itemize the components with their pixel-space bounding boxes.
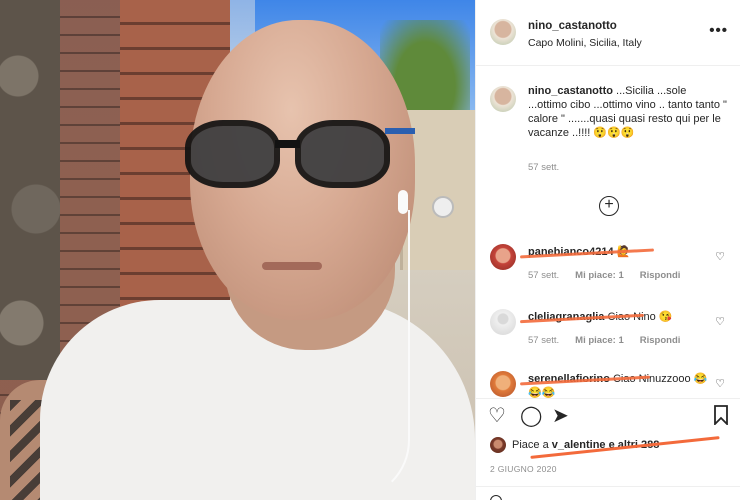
post-header: nino_castanotto Capo Molini, Sicilia, It…: [476, 0, 740, 66]
comment-avatar[interactable]: [490, 371, 516, 397]
comment-meta: 57 sett. Mi piace: 1 Rispondi: [528, 335, 696, 346]
comment: panebianco4214 🙋 57 sett. Mi piace: 1 Risp…: [476, 240, 740, 300]
comment-line: serenellafiorino Ciao Ninuzzooo 😂😂😂: [528, 372, 713, 400]
stone-wall: [0, 0, 60, 380]
load-more-comments-button[interactable]: +: [599, 196, 619, 216]
add-comment-bar: [476, 486, 740, 500]
author-avatar[interactable]: [490, 19, 516, 45]
comment-time[interactable]: 57 sett.: [528, 270, 559, 281]
emoji-icon[interactable]: [490, 495, 502, 500]
comment-likes[interactable]: Mi piace: 1: [575, 270, 624, 281]
caption-timestamp[interactable]: 57 sett.: [528, 162, 559, 173]
liker-avatar[interactable]: [490, 437, 506, 453]
more-options-icon[interactable]: •••: [709, 22, 728, 39]
caption-avatar[interactable]: [490, 86, 516, 112]
comment-line: panebianco4214 🙋: [528, 245, 713, 259]
caption-text: nino_castanotto ...Sicilia ...sole ...ot…: [528, 84, 728, 140]
post-location[interactable]: Capo Molini, Sicilia, Italy: [528, 37, 642, 49]
comment-line: cleliagranaglia Ciao Nino 😘: [528, 310, 713, 324]
comment: cleliagranaglia Ciao Nino 😘 57 sett. Mi p…: [476, 305, 740, 365]
comment-heart-icon[interactable]: ♡: [715, 377, 725, 390]
caption-username[interactable]: nino_castanotto: [528, 85, 613, 97]
sunglasses: [180, 120, 415, 190]
likes-summary: Piace a v_alentine e altri 288: [490, 436, 730, 459]
comment-likes[interactable]: Mi piace: 1: [575, 335, 624, 346]
post-caption: nino_castanotto ...Sicilia ...sole ...ot…: [476, 66, 740, 186]
comment-meta: 57 sett. Mi piace: 1 Rispondi: [528, 270, 696, 281]
comment-time[interactable]: 57 sett.: [528, 335, 559, 346]
right-lens: [295, 120, 390, 188]
post-photo: [0, 0, 475, 500]
left-lens: [185, 120, 280, 188]
comment-avatar[interactable]: [490, 309, 516, 335]
share-icon[interactable]: ➤: [552, 405, 569, 427]
comment-username[interactable]: cleliagranaglia: [528, 311, 604, 323]
comment-username[interactable]: serenellafiorino: [528, 373, 610, 385]
likes-prefix: Piace a: [512, 439, 552, 451]
bookmark-icon-svg: [714, 405, 728, 427]
comment-username[interactable]: panebianco4214: [528, 246, 614, 258]
comment-avatar[interactable]: [490, 244, 516, 270]
satellite-dish: [432, 196, 454, 218]
post-date[interactable]: 2 GIUGNO 2020: [490, 464, 557, 474]
comment-heart-icon[interactable]: ♡: [715, 250, 725, 263]
heart-icon[interactable]: ♡: [488, 405, 506, 427]
comment-reply-button[interactable]: Rispondi: [640, 270, 681, 281]
comment-reply-button[interactable]: Rispondi: [640, 335, 681, 346]
earbud-cable: [300, 210, 410, 500]
post-actions-bar: ♡ ◯ ➤: [476, 398, 740, 434]
comment-icon[interactable]: ◯: [520, 405, 542, 427]
bookmark-icon[interactable]: [713, 405, 729, 430]
glasses-temple: [385, 128, 415, 134]
comment-heart-icon[interactable]: ♡: [715, 315, 725, 328]
post-side-panel: nino_castanotto Capo Molini, Sicilia, It…: [475, 0, 740, 500]
author-username[interactable]: nino_castanotto: [528, 20, 617, 32]
